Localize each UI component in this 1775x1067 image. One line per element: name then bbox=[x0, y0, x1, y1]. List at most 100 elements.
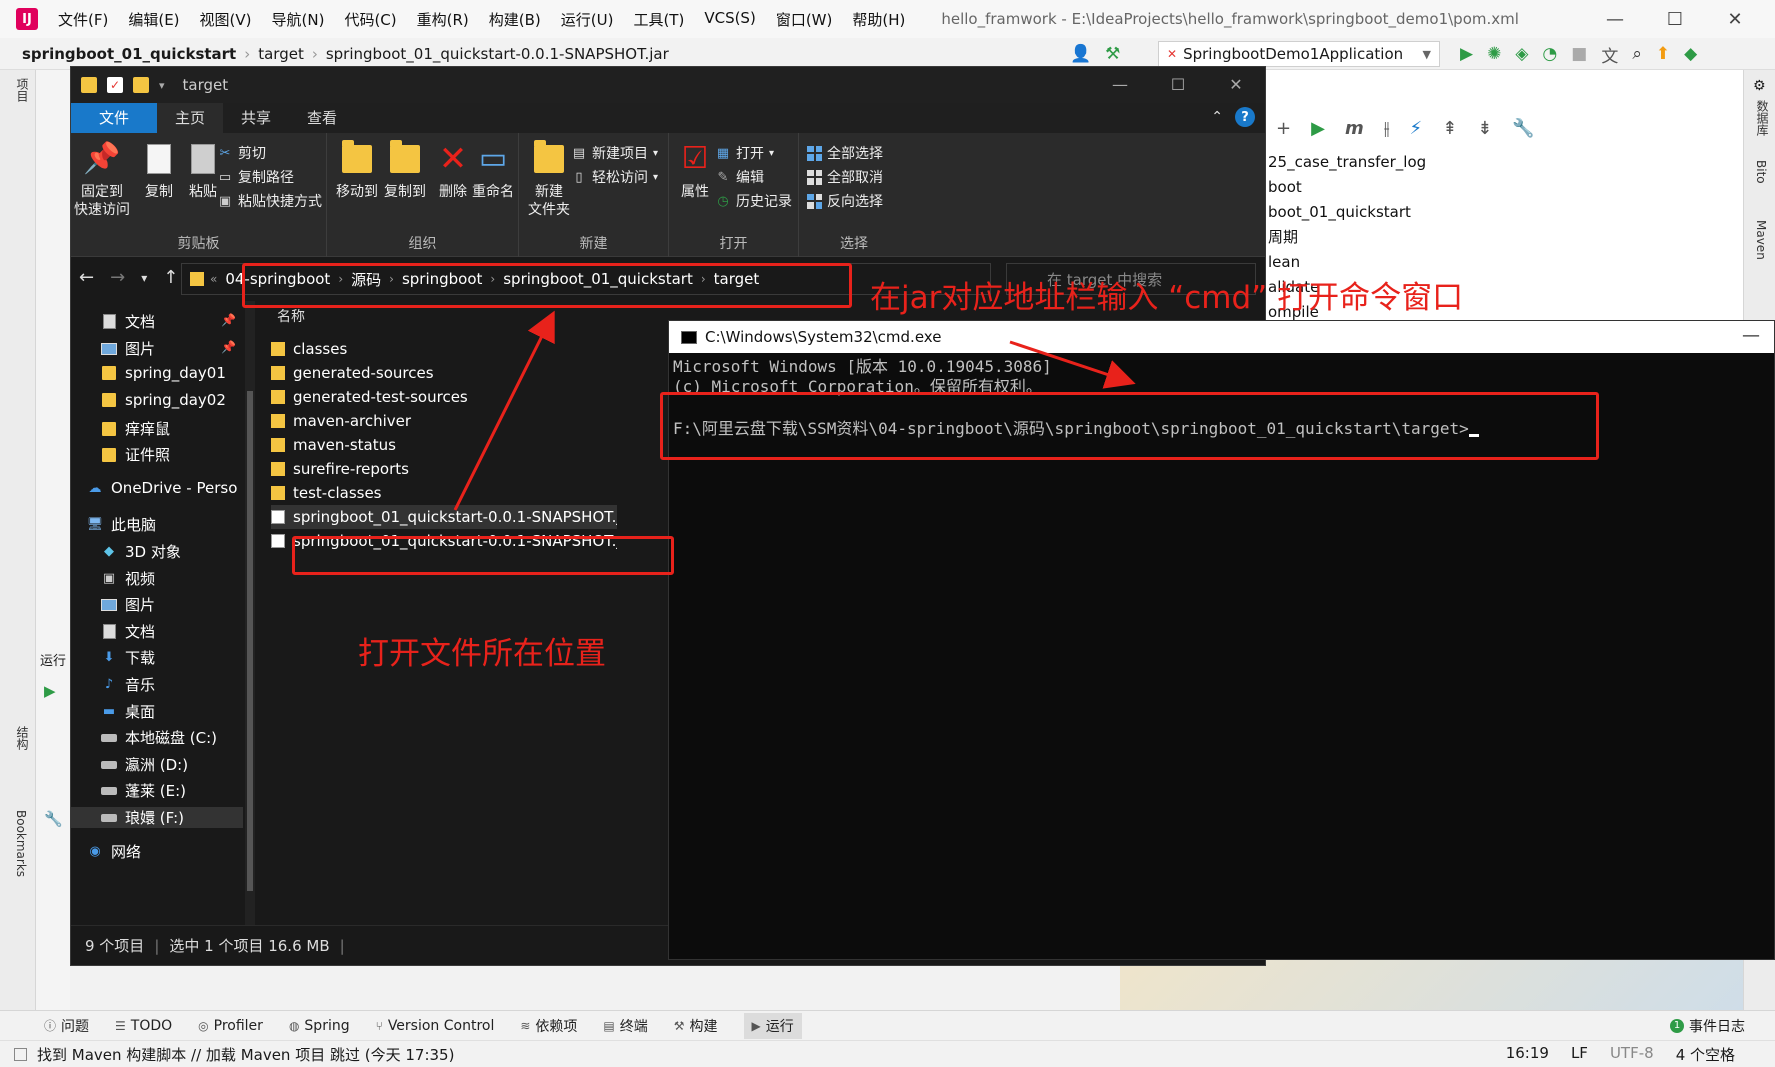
select-none-button[interactable]: 全部取消 bbox=[807, 167, 883, 187]
nav-item[interactable]: 图片 bbox=[101, 338, 155, 359]
bottom-tab[interactable]: ⑂ Version Control bbox=[376, 1018, 495, 1034]
menu-item[interactable]: 工具(T) bbox=[623, 9, 694, 30]
bottom-tab[interactable]: ▤ 终端 bbox=[603, 1016, 647, 1036]
stop-icon[interactable]: ■ bbox=[1571, 44, 1587, 64]
wrench-icon[interactable]: 🔧 bbox=[44, 810, 63, 828]
minimize-icon[interactable]: — bbox=[1585, 9, 1645, 30]
new-item-button[interactable]: ▤ 新建项目 ▾ bbox=[571, 143, 658, 163]
menu-item[interactable]: 重构(R) bbox=[407, 9, 479, 30]
search-icon[interactable]: ⌕ bbox=[1632, 44, 1642, 64]
maven-goal-icon[interactable]: m bbox=[1345, 118, 1364, 139]
wrench-icon[interactable]: 🔧 bbox=[1512, 118, 1534, 139]
file-row[interactable]: surefire-reports bbox=[271, 457, 617, 481]
nav-item[interactable]: ☁ OneDrive - Perso bbox=[87, 479, 238, 497]
collapse-all-icon[interactable]: ⇟ bbox=[1477, 118, 1492, 139]
file-row[interactable]: test-classes bbox=[271, 481, 617, 505]
bottom-tab[interactable]: ◎ Profiler bbox=[198, 1018, 263, 1034]
bottom-tab[interactable]: ≋ 依赖项 bbox=[520, 1016, 577, 1036]
minimize-icon[interactable]: — bbox=[1742, 325, 1760, 346]
maven-tree-item[interactable]: 25_case_transfer_log bbox=[1268, 150, 1426, 175]
nav-crumb-file[interactable]: springboot_01_quickstart-0.0.1-SNAPSHOT.… bbox=[326, 45, 669, 63]
nav-crumb-folder[interactable]: target bbox=[258, 45, 304, 63]
paste-shortcut-button[interactable]: ▣ 粘贴快捷方式 bbox=[217, 191, 322, 211]
run-icon[interactable]: ▶ bbox=[44, 682, 56, 700]
bottom-tab[interactable]: ◍ Spring bbox=[289, 1018, 350, 1034]
nav-item[interactable]: ◆ 3D 对象 bbox=[101, 541, 181, 562]
nav-item[interactable]: 瀛洲 (D:) bbox=[101, 754, 188, 775]
status-message[interactable]: 找到 Maven 构建脚本 // 加载 Maven 项目 跳过 (今天 17:3… bbox=[37, 1044, 454, 1065]
new-folder-button[interactable]: 新建 文件夹 bbox=[523, 140, 575, 219]
tab-view[interactable]: 查看 bbox=[289, 103, 355, 133]
recent-locations-icon[interactable]: ▾ bbox=[141, 267, 147, 288]
bottom-tab[interactable]: ⓘ 问题 bbox=[44, 1016, 89, 1036]
forward-arrow-icon[interactable]: → bbox=[110, 267, 125, 288]
tool-tab-structure[interactable]: 结构 bbox=[14, 726, 31, 750]
rename-button[interactable]: ▭ 重命名 bbox=[467, 141, 519, 201]
menu-item[interactable]: 文件(F) bbox=[48, 9, 118, 30]
pin-to-quick-access-button[interactable]: 📌 固定到 快速访问 bbox=[71, 141, 133, 219]
nav-item[interactable]: spring_day01 bbox=[101, 364, 226, 382]
nav-pane-scrollbar[interactable] bbox=[245, 301, 255, 925]
nav-item[interactable]: ▬ 桌面 bbox=[101, 701, 155, 722]
bottom-tab[interactable]: ⚒ 构建 bbox=[674, 1016, 718, 1036]
properties-button[interactable]: ☑ 属性 bbox=[669, 141, 721, 201]
coverage-icon[interactable]: ◈ bbox=[1515, 44, 1528, 64]
menu-item[interactable]: 帮助(H) bbox=[842, 9, 915, 30]
help-icon[interactable]: ? bbox=[1235, 107, 1255, 127]
run-config-select[interactable]: ✕ SpringbootDemo1Application ▼ bbox=[1158, 41, 1440, 67]
minimize-icon[interactable]: — bbox=[1091, 67, 1149, 103]
run-icon[interactable]: ▶ bbox=[1460, 44, 1473, 64]
properties-quick-icon[interactable]: ✓ bbox=[107, 77, 123, 93]
file-row[interactable]: maven-status bbox=[271, 433, 617, 457]
nav-item[interactable]: 文档 bbox=[101, 621, 155, 642]
menu-item[interactable]: 视图(V) bbox=[190, 9, 262, 30]
nav-item[interactable]: 本地磁盘 (C:) bbox=[101, 727, 217, 748]
translate-icon[interactable]: 文 bbox=[1601, 42, 1618, 67]
hammer-icon[interactable]: ⚒ bbox=[1105, 44, 1120, 64]
cursor-position[interactable]: 16:19 bbox=[1506, 1044, 1549, 1065]
nav-item[interactable]: ⬇ 下载 bbox=[101, 647, 155, 668]
line-separator[interactable]: LF bbox=[1571, 1044, 1588, 1065]
expand-all-icon[interactable]: ⇞ bbox=[1442, 118, 1457, 139]
open-button[interactable]: ▦ 打开 ▾ bbox=[715, 143, 774, 163]
debug-icon[interactable]: ✺ bbox=[1487, 44, 1501, 64]
up-arrow-icon[interactable]: ↑ bbox=[163, 267, 178, 288]
chevron-down-icon[interactable]: ▾ bbox=[159, 79, 165, 92]
file-encoding[interactable]: UTF-8 bbox=[1610, 1044, 1654, 1065]
bottom-tab[interactable]: ▶ 运行 bbox=[743, 1012, 802, 1039]
close-icon[interactable]: ✕ bbox=[1705, 9, 1765, 30]
invert-selection-button[interactable]: 反向选择 bbox=[807, 191, 883, 211]
menu-item[interactable]: VCS(S) bbox=[694, 9, 765, 30]
cut-button[interactable]: ✂ 剪切 bbox=[217, 143, 266, 163]
nav-item[interactable]: 痒痒鼠 bbox=[101, 418, 170, 439]
nav-item[interactable]: spring_day02 bbox=[101, 391, 226, 409]
nav-item[interactable]: 文档 bbox=[101, 311, 155, 332]
back-arrow-icon[interactable]: ← bbox=[79, 267, 94, 288]
user-icon[interactable]: 👤 bbox=[1070, 44, 1091, 64]
file-row[interactable]: maven-archiver bbox=[271, 409, 617, 433]
nav-item[interactable]: ♪ 音乐 bbox=[101, 674, 155, 695]
nav-item[interactable]: 🖥 此电脑 bbox=[87, 514, 156, 535]
maven-tree-item[interactable]: boot bbox=[1268, 175, 1426, 200]
maven-tree-item[interactable]: 周期 bbox=[1268, 225, 1426, 250]
file-row[interactable]: springboot_01_quickstart-0.0.1-SNAPSHOT.… bbox=[271, 505, 617, 529]
bottom-tab[interactable]: ☰ TODO bbox=[115, 1018, 172, 1034]
edit-button[interactable]: ✎ 编辑 bbox=[715, 167, 764, 187]
tab-home[interactable]: 主页 bbox=[157, 103, 224, 133]
update-icon[interactable]: ⬆ bbox=[1656, 44, 1670, 64]
run-icon[interactable]: ▶ bbox=[1311, 118, 1325, 139]
skip-tests-icon[interactable]: ⚡ bbox=[1410, 118, 1423, 139]
tool-windows-icon[interactable] bbox=[14, 1047, 27, 1061]
collapse-ribbon-icon[interactable]: ⌃ bbox=[1211, 109, 1223, 125]
new-folder-quick-icon[interactable] bbox=[133, 77, 149, 93]
file-row[interactable]: generated-sources bbox=[271, 361, 617, 385]
menu-item[interactable]: 代码(C) bbox=[334, 9, 406, 30]
maximize-icon[interactable]: ☐ bbox=[1149, 67, 1207, 103]
nav-item[interactable]: 琅嬛 (F:) bbox=[71, 807, 243, 828]
scrollbar-thumb[interactable] bbox=[247, 391, 253, 891]
tool-tab-maven[interactable]: Maven bbox=[1754, 220, 1768, 260]
menu-item[interactable]: 导航(N) bbox=[262, 9, 335, 30]
tool-tab-bito[interactable]: Bito bbox=[1754, 160, 1768, 184]
tab-share[interactable]: 共享 bbox=[223, 103, 289, 133]
tool-tab-project[interactable]: 项目 bbox=[14, 78, 31, 102]
